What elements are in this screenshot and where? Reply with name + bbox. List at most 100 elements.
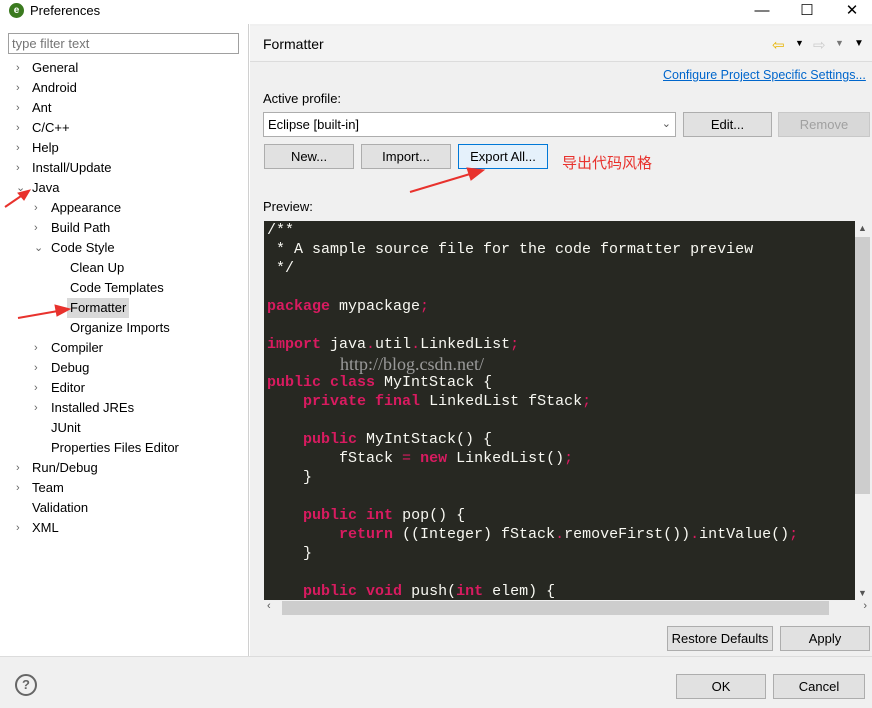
code-token: MyIntStack() { bbox=[357, 431, 493, 448]
tree-item-label: Help bbox=[32, 140, 59, 155]
tree-item[interactable]: › Build Path bbox=[0, 218, 249, 238]
expand-arrow-icon[interactable]: › bbox=[16, 478, 28, 498]
tree-item-label: General bbox=[32, 60, 79, 75]
scroll-thumb[interactable] bbox=[282, 601, 829, 615]
code-line: private final LinkedList fStack; bbox=[264, 392, 855, 411]
tree-item[interactable]: › Android bbox=[0, 78, 249, 98]
tree-item[interactable]: Clean Up bbox=[0, 258, 249, 278]
expand-arrow-icon[interactable]: › bbox=[34, 198, 46, 218]
expand-arrow-icon[interactable]: › bbox=[34, 218, 46, 238]
apply-button[interactable]: Apply bbox=[780, 626, 870, 651]
expand-arrow-icon[interactable]: › bbox=[16, 58, 28, 78]
scroll-up-icon[interactable]: ▲ bbox=[855, 223, 870, 233]
back-arrow-icon[interactable]: ⇦ bbox=[772, 36, 785, 54]
tree-item-label: Code Style bbox=[51, 240, 115, 255]
restore-defaults-button[interactable]: Restore Defaults bbox=[667, 626, 773, 651]
tree-item[interactable]: › Installed JREs bbox=[0, 398, 249, 418]
tree-item[interactable]: › General bbox=[0, 58, 249, 78]
expand-arrow-icon[interactable]: › bbox=[34, 378, 46, 398]
view-menu-icon[interactable]: ▼ bbox=[854, 38, 864, 49]
import-button[interactable]: Import... bbox=[361, 144, 451, 169]
tree-item[interactable]: Formatter bbox=[0, 298, 249, 318]
scroll-thumb[interactable] bbox=[855, 237, 870, 494]
expand-arrow-icon[interactable]: › bbox=[16, 458, 28, 478]
tree-item-label: JUnit bbox=[51, 420, 81, 435]
tree-item[interactable]: › Compiler bbox=[0, 338, 249, 358]
code-token: ; bbox=[789, 526, 799, 543]
active-profile-label: Active profile: bbox=[263, 91, 342, 106]
export-all-button[interactable]: Export All... bbox=[458, 144, 548, 169]
back-dropdown-icon[interactable]: ▼ bbox=[795, 38, 804, 48]
tree-item[interactable]: › Help bbox=[0, 138, 249, 158]
code-token: LinkedList bbox=[420, 336, 511, 353]
tree-item[interactable]: Code Templates bbox=[0, 278, 249, 298]
forward-dropdown-icon[interactable]: ▼ bbox=[835, 38, 844, 48]
tree-item[interactable]: Validation bbox=[0, 498, 249, 518]
tree-item[interactable]: ⌄ Java bbox=[0, 178, 249, 198]
code-token: MyIntStack { bbox=[375, 374, 493, 391]
ok-button[interactable]: OK bbox=[676, 674, 766, 699]
code-token: pop() { bbox=[393, 507, 466, 524]
expand-arrow-icon[interactable]: › bbox=[16, 518, 28, 538]
help-icon[interactable]: ? bbox=[15, 674, 37, 696]
expand-arrow-icon[interactable]: › bbox=[16, 98, 28, 118]
maximize-button[interactable]: ☐ bbox=[787, 0, 827, 22]
expand-arrow-icon[interactable]: › bbox=[16, 118, 28, 138]
tree-item[interactable]: › Ant bbox=[0, 98, 249, 118]
page-title: Formatter bbox=[263, 36, 324, 52]
new-button[interactable]: New... bbox=[264, 144, 354, 169]
tree-item[interactable]: Properties Files Editor bbox=[0, 438, 249, 458]
tree-item[interactable]: › Team bbox=[0, 478, 249, 498]
close-button[interactable]: ✕ bbox=[832, 0, 872, 22]
forward-arrow-icon[interactable]: ⇨ bbox=[813, 36, 826, 54]
code-line: return ((Integer) fStack.removeFirst()).… bbox=[264, 525, 855, 544]
expand-arrow-icon[interactable]: › bbox=[34, 398, 46, 418]
vertical-scrollbar[interactable]: ▲ ▼ bbox=[855, 221, 870, 600]
minimize-button[interactable]: — bbox=[742, 0, 782, 22]
expand-arrow-icon[interactable]: › bbox=[16, 138, 28, 158]
configure-project-settings-link[interactable]: Configure Project Specific Settings... bbox=[663, 68, 866, 82]
tree-item-label: C/C++ bbox=[32, 120, 70, 135]
tree-item[interactable]: › Install/Update bbox=[0, 158, 249, 178]
code-token: int bbox=[366, 507, 394, 524]
code-token: LinkedList() bbox=[447, 450, 565, 467]
expand-arrow-icon[interactable]: › bbox=[16, 158, 28, 178]
tree-item[interactable]: › Run/Debug bbox=[0, 458, 249, 478]
profile-select[interactable]: Eclipse [built-in] ⌄ bbox=[263, 112, 676, 137]
remove-button[interactable]: Remove bbox=[778, 112, 870, 137]
scroll-left-icon[interactable]: ‹ bbox=[267, 600, 271, 612]
code-line: public MyIntStack() { bbox=[264, 430, 855, 449]
tree-item[interactable]: › Debug bbox=[0, 358, 249, 378]
collapse-arrow-icon[interactable]: ⌄ bbox=[16, 178, 28, 198]
tree-item[interactable]: › Editor bbox=[0, 378, 249, 398]
code-token: elem) { bbox=[483, 583, 556, 600]
edit-button[interactable]: Edit... bbox=[683, 112, 772, 137]
expand-arrow-icon[interactable]: › bbox=[16, 78, 28, 98]
collapse-arrow-icon[interactable]: ⌄ bbox=[34, 238, 46, 258]
code-token: } bbox=[267, 469, 313, 486]
tree-item[interactable]: › Appearance bbox=[0, 198, 249, 218]
tree-item[interactable]: ⌄ Code Style bbox=[0, 238, 249, 258]
scroll-down-icon[interactable]: ▼ bbox=[855, 588, 870, 598]
code-token: ; bbox=[582, 393, 592, 410]
tree-item-label: Installed JREs bbox=[51, 400, 135, 415]
horizontal-scrollbar[interactable]: ‹ › bbox=[264, 600, 867, 616]
scroll-right-icon[interactable]: › bbox=[863, 600, 867, 612]
code-line: public void push(int elem) { bbox=[264, 582, 855, 600]
code-line: import java.util.LinkedList; bbox=[264, 335, 855, 354]
expand-arrow-icon[interactable]: › bbox=[34, 358, 46, 378]
tree-item[interactable]: JUnit bbox=[0, 418, 249, 438]
filter-input[interactable] bbox=[8, 33, 239, 54]
cancel-button[interactable]: Cancel bbox=[773, 674, 865, 699]
tree-item[interactable]: › C/C++ bbox=[0, 118, 249, 138]
tree-item[interactable]: Organize Imports bbox=[0, 318, 249, 338]
expand-arrow-icon[interactable]: › bbox=[34, 338, 46, 358]
tree-item[interactable]: › XML bbox=[0, 518, 249, 538]
profile-value: Eclipse [built-in] bbox=[268, 117, 360, 132]
